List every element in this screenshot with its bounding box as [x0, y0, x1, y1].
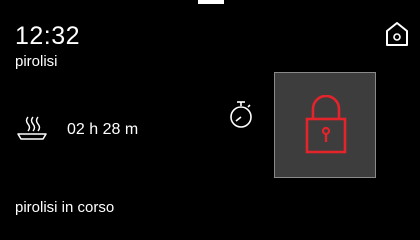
- status-message: pirolisi in corso: [15, 199, 115, 216]
- home-icon: [386, 22, 408, 46]
- clock-time: 12:32: [15, 22, 81, 50]
- top-indicator: [198, 0, 224, 4]
- steaming-dish-icon: [15, 114, 49, 142]
- home-button[interactable]: [384, 20, 410, 48]
- cycle-duration: 02 h 28 m: [67, 121, 139, 138]
- stopwatch-icon[interactable]: [228, 100, 254, 130]
- mode-label: pirolisi: [15, 53, 58, 70]
- padlock-icon: [305, 95, 347, 154]
- oven-display: 12:32 pirolisi 02 h 28 m pirolisi in cor…: [0, 0, 420, 240]
- door-lock-button[interactable]: [274, 72, 376, 178]
